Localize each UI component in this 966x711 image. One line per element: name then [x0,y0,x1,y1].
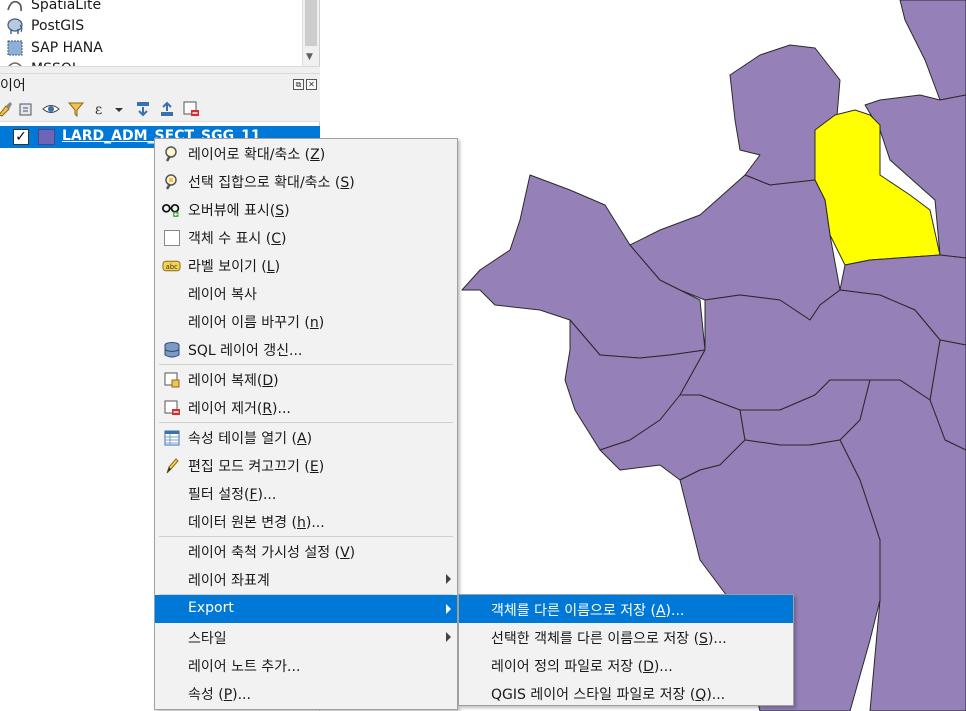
menu-item-add-layer-notes[interactable]: 레이어 노트 추가... [155,651,457,679]
menu-item-label: 레이어 축척 가시성 설정 ( [188,545,341,561]
menu-item-layer-crs[interactable]: 레이어 좌표계 [155,565,457,593]
browser-item-spatialite[interactable]: SpatiaLite [4,0,101,16]
attribute-table-icon [162,428,181,447]
browser-item-label: PostGIS [31,18,85,34]
menu-item-label: 레이어 노트 추가... [188,659,301,675]
collapse-all-icon[interactable] [158,100,176,118]
menu-item-label: 레이어 정의 파일로 저장 ( [491,659,644,675]
svg-text:abc: abc [166,262,178,270]
district-polygon [899,0,966,101]
menu-item-label: 객체를 다른 이름으로 저장 ( [491,603,656,619]
filter-expression-icon[interactable]: ε [92,100,110,118]
layers-panel-header: 이어 ⧉ ✕ [0,74,320,96]
database-icon [162,340,181,359]
menu-item-label: 레이어 좌표계 [188,573,270,589]
menu-item-label: 레이어 제거( [188,401,263,417]
menu-item-open-attribute-table[interactable]: 속성 테이블 열기 (A) [155,423,457,451]
menu-item-toggle-editing[interactable]: 편집 모드 켜고끄기 (E) [155,451,457,479]
browser-item-label: SAP HANA [31,40,103,56]
style-brush-icon[interactable] [0,100,14,118]
submenu-arrow-icon [446,604,451,614]
menu-item-label: 객체 수 표시 ( [188,231,272,247]
menu-item-show-feature-count[interactable]: 객체 수 표시 (C) [155,223,457,251]
menu-item-rename-layer[interactable]: 레이어 이름 바꾸기 (n) [155,307,457,335]
browser-item-label: SpatiaLite [31,0,102,13]
menu-item-export[interactable]: Export [155,595,457,623]
panel-splitter[interactable]: ..... [0,66,320,77]
close-panel-icon[interactable]: ✕ [306,79,317,90]
browser-item-sap-hana[interactable]: SAP HANA [4,37,103,59]
menu-item-label: 속성 테이블 열기 ( [188,431,297,447]
expand-all-icon[interactable] [134,100,152,118]
submenu-arrow-icon [446,632,451,642]
scroll-down-arrow-icon[interactable]: ▼ [306,52,313,62]
menu-item-label: 레이어로 확대/축소 ( [188,147,311,163]
remove-layer-icon[interactable] [182,100,200,118]
zoom-to-selection-icon [162,172,181,191]
browser-scrollbar[interactable]: ▼ [302,0,319,66]
browser-item-postgis[interactable]: PostGIS [4,15,84,37]
float-panel-icon[interactable]: ⧉ [293,79,304,90]
menu-item-save-as-qgis-style[interactable]: QGIS 레이어 스타일 파일로 저장 (Q)... [459,679,793,707]
menu-item-save-features-as[interactable]: 객체를 다른 이름으로 저장 (A)... [459,595,793,623]
menu-item-save-selected-features-as[interactable]: 선택한 객체를 다른 이름으로 저장 (S)... [459,623,793,651]
menu-item-duplicate-layer[interactable]: 레이어 복제(D) [155,365,457,393]
menu-item-label: 편집 모드 켜고끄기 ( [188,459,310,475]
visibility-eye-icon[interactable] [42,100,60,118]
menu-item-styles[interactable]: 스타일 [155,623,457,651]
menu-item-label: 선택한 객체를 다른 이름으로 저장 ( [491,631,700,647]
menu-item-save-as-layer-definition[interactable]: 레이어 정의 파일로 저장 (D)... [459,651,793,679]
overview-glasses-icon [162,200,181,219]
menu-item-update-sql-layer[interactable]: SQL 레이어 갱신... [155,335,457,363]
menu-item-filter[interactable]: 필터 설정(F)... [155,479,457,507]
dropdown-arrow-icon[interactable] [113,100,131,118]
menu-item-label: 오버뷰에 표시( [188,203,276,219]
menu-item-zoom-to-selection[interactable]: 선택 집합으로 확대/축소 (S) [155,167,457,195]
menu-item-label: QGIS 레이어 스타일 파일로 저장 ( [491,687,696,703]
browser-panel: SpatiaLite PostGIS SAP HANA MSSQL ▼ [0,0,320,72]
menu-item-scale-visibility[interactable]: 레이어 축척 가시성 설정 (V) [155,537,457,565]
layer-visibility-checkbox[interactable]: ✓ [13,129,29,145]
label-abc-icon: abc [162,256,181,275]
menu-item-label: 레이어 이름 바꾸기 ( [188,315,310,331]
menu-item-show-in-overview[interactable]: 오버뷰에 표시(S) [155,195,457,223]
menu-item-label: 레이어 복사 [188,287,257,303]
layer-symbol-swatch [38,129,55,145]
remove-layer-icon [162,398,181,417]
menu-item-change-data-source[interactable]: 데이터 원본 변경 (h)... [155,507,457,535]
spatialite-icon [4,0,26,15]
menu-item-remove-layer[interactable]: 레이어 제거(R)... [155,393,457,421]
menu-item-label: 선택 집합으로 확대/축소 ( [188,175,341,191]
checkbox-icon [162,228,181,247]
layers-toolbar: ε [0,96,320,122]
duplicate-layer-icon [162,370,181,389]
svg-text:ε: ε [95,102,102,118]
layer-context-menu: 레이어로 확대/축소 (Z) 선택 집합으로 확대/축소 (S) 오버뷰에 표시… [154,138,458,710]
filter-legend-icon[interactable] [67,100,85,118]
scrollbar-thumb[interactable] [305,0,317,46]
menu-item-label: 레이어 복제( [188,373,263,389]
postgis-elephant-icon [4,16,26,36]
menu-item-zoom-to-layer[interactable]: 레이어로 확대/축소 (Z) [155,139,457,167]
menu-item-show-labels[interactable]: abc 라벨 보이기 (L) [155,251,457,279]
menu-item-label: 속성 ( [188,687,224,703]
menu-item-properties[interactable]: 속성 (P)... [155,679,457,707]
menu-item-label: 필터 설정( [188,487,250,503]
menu-item-copy-layer[interactable]: 레이어 복사 [155,279,457,307]
menu-item-label: Export [188,600,234,616]
add-group-icon[interactable] [17,100,35,118]
pencil-icon [162,456,181,475]
menu-item-label: 데이터 원본 변경 ( [188,515,297,531]
menu-item-label: SQL 레이어 갱신... [188,343,303,359]
submenu-arrow-icon [446,574,451,584]
zoom-to-layer-icon [162,144,181,163]
layers-panel-title: 이어 [0,78,26,94]
export-submenu: 객체를 다른 이름으로 저장 (A)... 선택한 객체를 다른 이름으로 저장… [458,594,794,706]
menu-item-label: 스타일 [188,631,227,647]
sap-hana-icon [4,38,26,58]
menu-item-label: 라벨 보이기 ( [188,259,267,275]
